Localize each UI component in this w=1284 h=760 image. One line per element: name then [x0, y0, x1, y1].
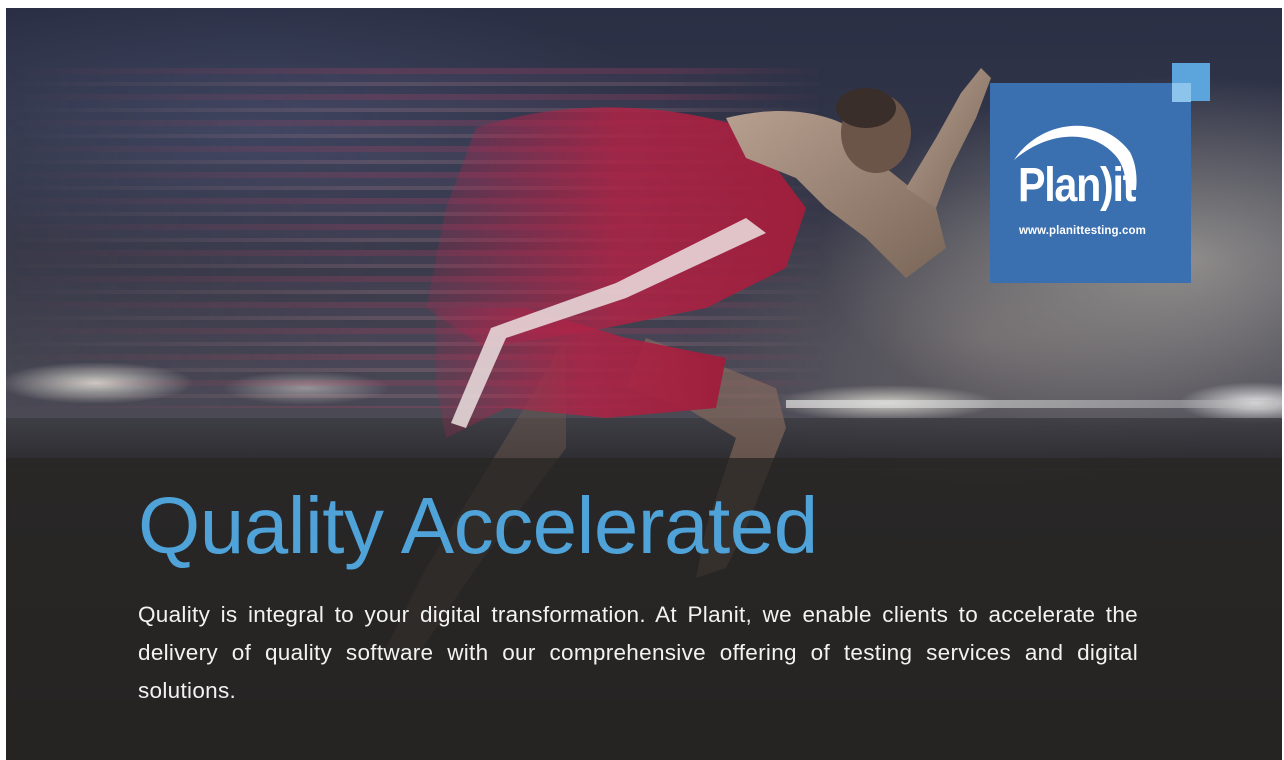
- logo-url: www.planittesting.com: [1019, 225, 1146, 237]
- description-text: Quality is integral to your digital tran…: [138, 602, 1138, 703]
- headline: Quality Accelerated: [138, 481, 818, 570]
- logo-corner-highlight: [1172, 83, 1191, 102]
- logo-wordmark: Plan)it: [1018, 159, 1136, 212]
